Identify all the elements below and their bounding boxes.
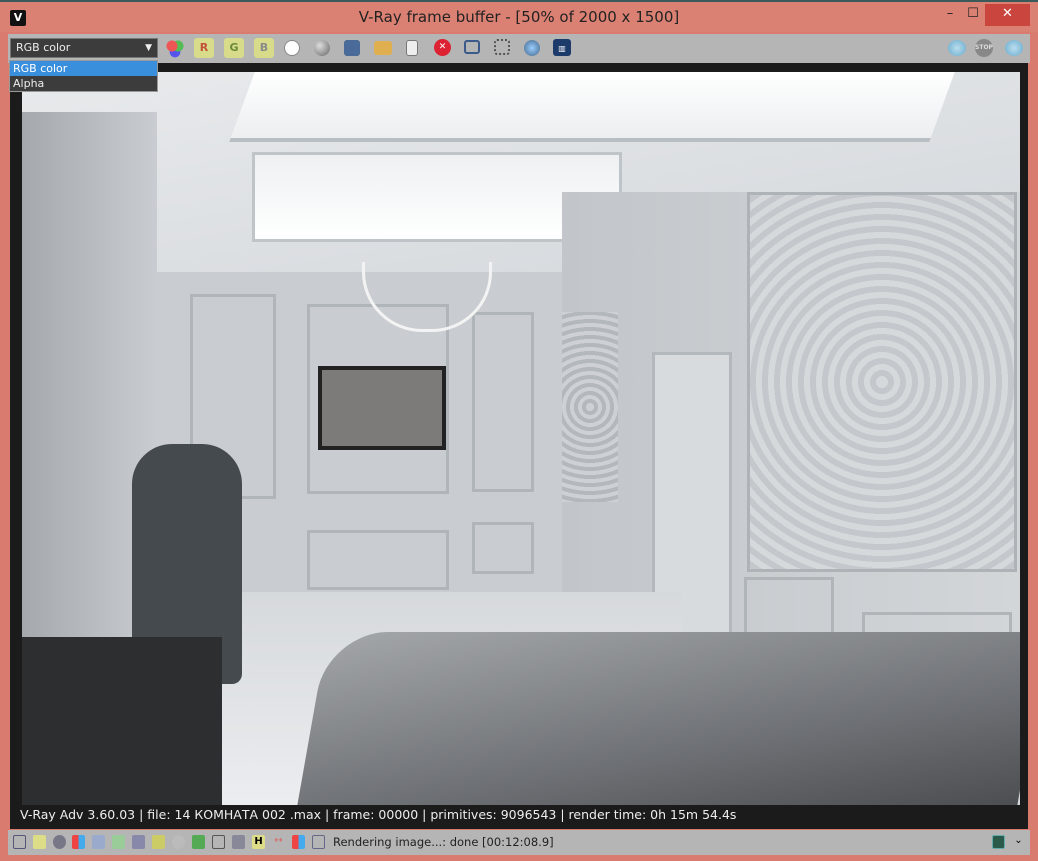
expand-chevron-icon[interactable]: ⌄: [1012, 835, 1025, 849]
rgb-channels-icon[interactable]: [165, 38, 185, 58]
pixel-info-icon[interactable]: [312, 835, 325, 849]
bezier-icon[interactable]: [112, 835, 125, 849]
title-bar: V V-Ray frame buffer - [50% of 2000 x 15…: [0, 0, 1038, 32]
option-alpha[interactable]: Alpha: [10, 76, 157, 91]
window-title: V-Ray frame buffer - [50% of 2000 x 1500…: [358, 8, 680, 26]
ocio-icon[interactable]: [172, 835, 185, 849]
clipboard-icon[interactable]: [406, 40, 418, 56]
status-text: Rendering image...: done [00:12:08.9]: [333, 835, 554, 849]
curve-icon[interactable]: [92, 835, 105, 849]
save-icon[interactable]: [344, 40, 360, 56]
green-channel-button[interactable]: G: [224, 38, 244, 58]
background-icon[interactable]: [192, 835, 205, 849]
lens-effects-icon[interactable]: [232, 835, 245, 849]
h-icon[interactable]: H: [252, 835, 265, 849]
render-last-icon[interactable]: [1005, 40, 1023, 56]
histogram-icon[interactable]: [132, 835, 145, 849]
color-corrections-icon[interactable]: [33, 835, 46, 849]
gray-sphere-icon[interactable]: [314, 40, 330, 56]
vfb-history-icon[interactable]: ▥: [553, 39, 571, 56]
duplicate-icon[interactable]: [464, 40, 480, 54]
render-teapot-icon[interactable]: [948, 40, 966, 56]
stop-button[interactable]: STOP: [975, 39, 993, 57]
bottom-toolbar: H ↔ Rendering image...: done [00:12:08.9…: [8, 830, 1030, 855]
panel-toggle-icon[interactable]: [13, 835, 26, 849]
minimize-button[interactable]: –: [938, 4, 962, 26]
exposure-icon[interactable]: [212, 835, 225, 849]
option-rgb-color[interactable]: RGB color: [10, 61, 157, 76]
channel-dropdown: RGB color Alpha: [9, 60, 158, 92]
channel-select-value: RGB color: [16, 41, 71, 54]
track-mouse-icon[interactable]: [524, 40, 540, 56]
compare-icon[interactable]: ↔: [272, 835, 285, 849]
render-viewport[interactable]: V-Ray Adv 3.60.03 | file: 14 КОМНАТА 002…: [10, 63, 1028, 829]
blue-channel-button[interactable]: B: [254, 38, 274, 58]
lut-icon[interactable]: [152, 835, 165, 849]
toolbar: RGB color ▼ R G B ✕ ▥ STOP: [8, 34, 1030, 63]
region-render-icon[interactable]: [494, 39, 510, 55]
clear-image-icon[interactable]: ✕: [434, 39, 451, 56]
white-sphere-icon[interactable]: [284, 40, 300, 56]
channel-select[interactable]: RGB color ▼: [10, 38, 158, 58]
ab-compare-icon[interactable]: [292, 835, 305, 849]
close-button[interactable]: ✕: [985, 4, 1030, 26]
red-channel-button[interactable]: R: [194, 38, 214, 58]
maximize-button[interactable]: ☐: [962, 4, 984, 26]
render-info-overlay: V-Ray Adv 3.60.03 | file: 14 КОМНАТА 002…: [20, 807, 737, 822]
rendered-image: [22, 72, 1020, 805]
vfb-mode-icon[interactable]: [992, 835, 1005, 849]
levels-icon[interactable]: [72, 835, 85, 849]
info-icon[interactable]: [53, 835, 66, 849]
open-folder-icon[interactable]: [374, 41, 392, 55]
chevron-down-icon: ▼: [145, 43, 152, 53]
